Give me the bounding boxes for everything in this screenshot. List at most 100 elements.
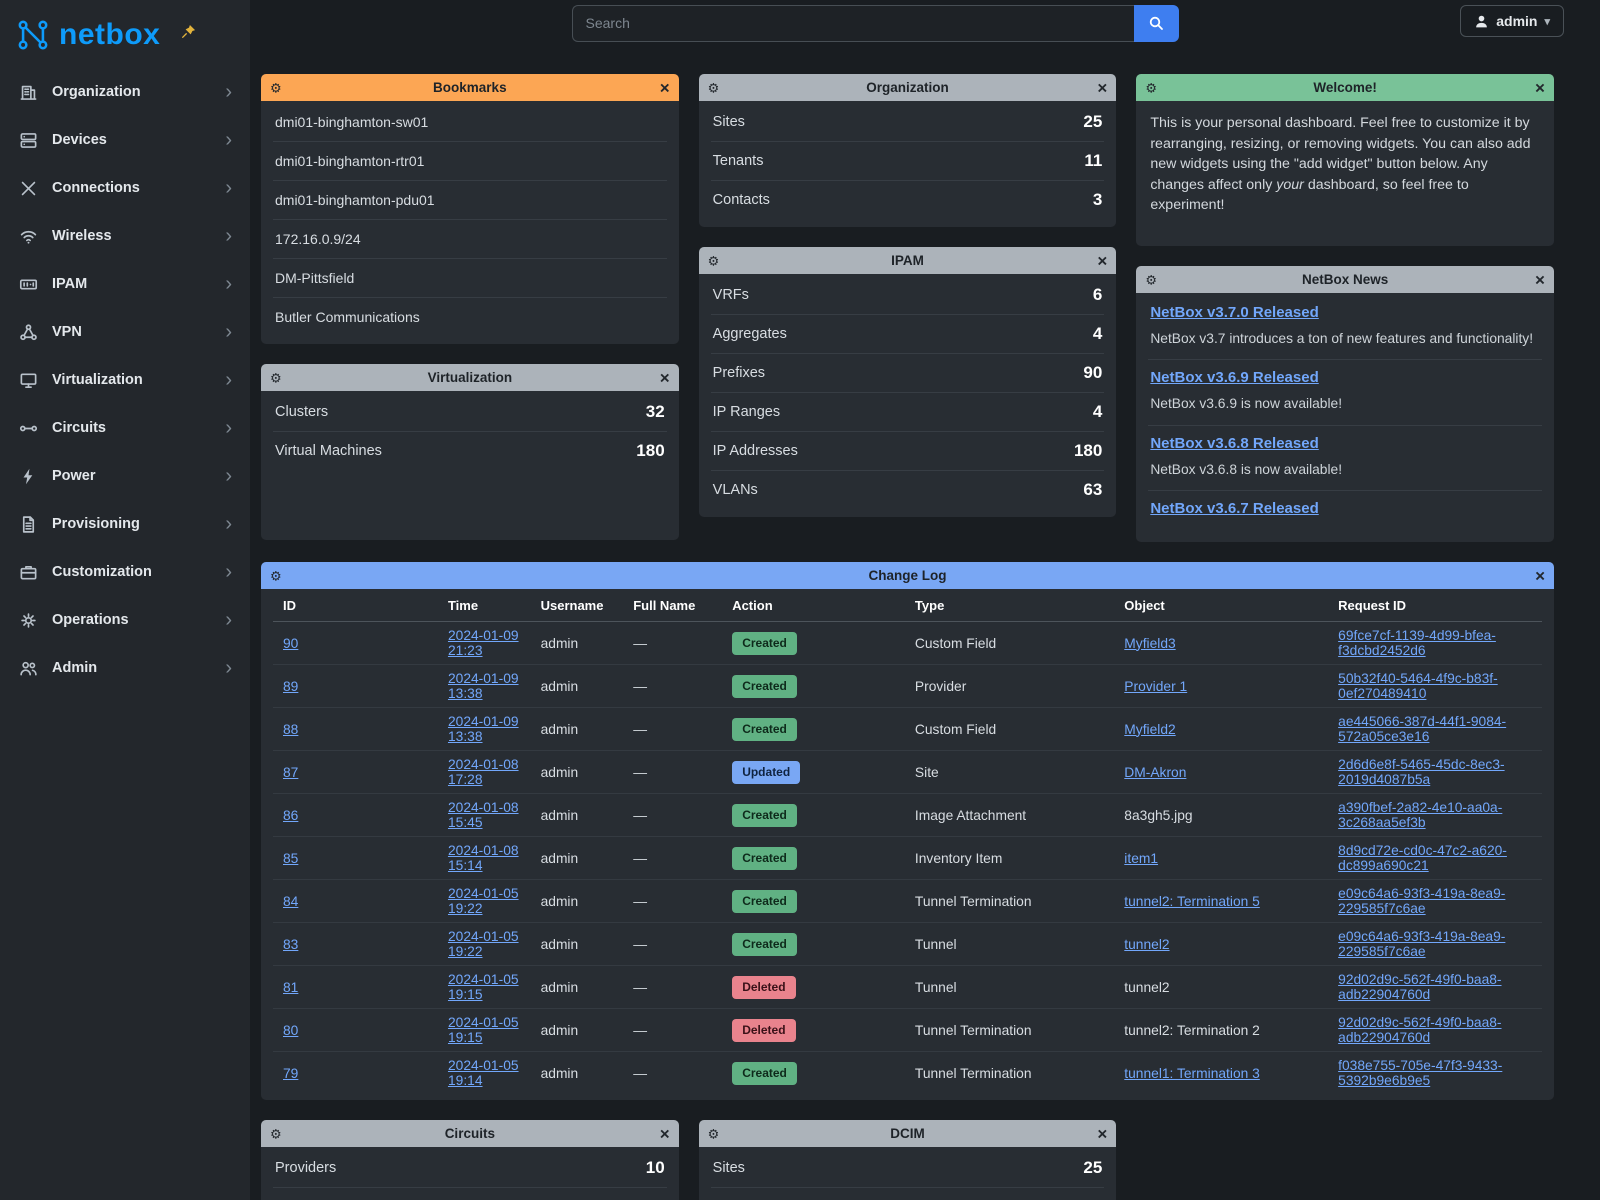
bookmark-item[interactable]: dmi01-binghamton-pdu01 (273, 181, 667, 220)
changelog-object[interactable]: DM-Akron (1124, 765, 1186, 780)
sidebar-item-wireless[interactable]: Wireless › (0, 212, 250, 260)
widget-config-button[interactable]: ⚙ (270, 81, 282, 94)
changelog-time-link[interactable]: 2024-01-09 21:23 (448, 628, 519, 658)
sidebar-item-vpn[interactable]: VPN › (0, 308, 250, 356)
pin-icon[interactable] (181, 24, 196, 39)
changelog-object[interactable]: Myfield2 (1124, 722, 1175, 737)
changelog-object[interactable]: Myfield3 (1124, 636, 1175, 651)
widget-close-button[interactable]: × (1097, 252, 1107, 269)
sidebar-item-circuits[interactable]: Circuits › (0, 404, 250, 452)
sidebar-item-operations[interactable]: Operations › (0, 596, 250, 644)
widget-close-button[interactable]: × (660, 79, 670, 96)
user-menu-button[interactable]: admin ▾ (1460, 5, 1564, 37)
widget-config-button[interactable]: ⚙ (270, 569, 282, 582)
bookmark-item[interactable]: DM-Pittsfield (273, 259, 667, 298)
stat-label[interactable]: VLANs (713, 482, 758, 498)
changelog-object[interactable]: tunnel2: Termination 5 (1124, 894, 1260, 909)
sidebar-item-devices[interactable]: Devices › (0, 116, 250, 164)
stat-label[interactable]: Virtual Machines (275, 443, 382, 459)
changelog-id-link[interactable]: 89 (283, 679, 298, 694)
sidebar-item-ipam[interactable]: IPAM › (0, 260, 250, 308)
widget-close-button[interactable]: × (1535, 271, 1545, 288)
changelog-time-link[interactable]: 2024-01-09 13:38 (448, 714, 519, 744)
widget-close-button[interactable]: × (1097, 1125, 1107, 1142)
changelog-request-id-link[interactable]: 50b32f40-5464-4f9c-b83f-0ef270489410 (1338, 671, 1498, 701)
sidebar-item-provisioning[interactable]: Provisioning › (0, 500, 250, 548)
widget-config-button[interactable]: ⚙ (1145, 81, 1157, 94)
stat-label[interactable]: Tenants (713, 153, 764, 169)
changelog-time-link[interactable]: 2024-01-08 15:45 (448, 800, 519, 830)
changelog-time-link[interactable]: 2024-01-05 19:15 (448, 972, 519, 1002)
changelog-object[interactable]: Provider 1 (1124, 679, 1187, 694)
changelog-id-link[interactable]: 85 (283, 851, 298, 866)
widget-config-button[interactable]: ⚙ (708, 81, 720, 94)
changelog-id-link[interactable]: 79 (283, 1066, 298, 1081)
changelog-object[interactable]: tunnel2 (1124, 937, 1169, 952)
changelog-time-link[interactable]: 2024-01-09 13:38 (448, 671, 519, 701)
news-headline-link[interactable]: NetBox v3.7.0 Released (1150, 304, 1318, 321)
changelog-time-link[interactable]: 2024-01-05 19:15 (448, 1015, 519, 1045)
stat-label[interactable]: IP Addresses (713, 443, 798, 459)
stat-label[interactable]: Aggregates (713, 326, 787, 342)
netbox-logo[interactable]: netbox (0, 0, 250, 68)
stat-label[interactable]: Contacts (713, 192, 770, 208)
widget-close-button[interactable]: × (1097, 79, 1107, 96)
stat-label[interactable]: Prefixes (713, 365, 765, 381)
search-input[interactable] (572, 5, 1134, 42)
news-headline-link[interactable]: NetBox v3.6.9 Released (1150, 369, 1318, 386)
stat-label[interactable]: IP Ranges (713, 404, 780, 420)
changelog-id-link[interactable]: 80 (283, 1023, 298, 1038)
sidebar-item-virtualization[interactable]: Virtualization › (0, 356, 250, 404)
changelog-time-link[interactable]: 2024-01-05 19:22 (448, 929, 519, 959)
changelog-request-id-link[interactable]: a390fbef-2a82-4e10-aa0a-3c268aa5ef3b (1338, 800, 1502, 830)
changelog-request-id-link[interactable]: e09c64a6-93f3-419a-8ea9-229585f7c6ae (1338, 929, 1505, 959)
changelog-id-link[interactable]: 83 (283, 937, 298, 952)
changelog-request-id-link[interactable]: 69fce7cf-1139-4d99-bfea-f3dcbd2452d6 (1338, 628, 1496, 658)
stat-label[interactable]: Sites (713, 114, 745, 130)
widget-config-button[interactable]: ⚙ (270, 371, 282, 384)
sidebar-item-organization[interactable]: Organization › (0, 68, 250, 116)
changelog-request-id-link[interactable]: 8d9cd72e-cd0c-47c2-a620-dc899a690c21 (1338, 843, 1507, 873)
changelog-id-link[interactable]: 88 (283, 722, 298, 737)
changelog-time-link[interactable]: 2024-01-08 15:14 (448, 843, 519, 873)
changelog-request-id-link[interactable]: ae445066-387d-44f1-9084-572a05ce3e16 (1338, 714, 1506, 744)
sidebar-item-connections[interactable]: Connections › (0, 164, 250, 212)
widget-config-button[interactable]: ⚙ (708, 254, 720, 267)
changelog-id-link[interactable]: 84 (283, 894, 298, 909)
widget-config-button[interactable]: ⚙ (1145, 273, 1157, 286)
widget-config-button[interactable]: ⚙ (708, 1127, 720, 1140)
changelog-id-link[interactable]: 86 (283, 808, 298, 823)
widget-close-button[interactable]: × (660, 369, 670, 386)
stat-label[interactable]: Clusters (275, 404, 328, 420)
stat-label[interactable]: VRFs (713, 287, 749, 303)
widget-config-button[interactable]: ⚙ (270, 1127, 282, 1140)
bookmark-item[interactable]: dmi01-binghamton-sw01 (273, 103, 667, 142)
changelog-time-link[interactable]: 2024-01-08 17:28 (448, 757, 519, 787)
widget-close-button[interactable]: × (1535, 567, 1545, 584)
widget-close-button[interactable]: × (1535, 79, 1545, 96)
changelog-id-link[interactable]: 90 (283, 636, 298, 651)
widget-close-button[interactable]: × (660, 1125, 670, 1142)
changelog-time-link[interactable]: 2024-01-05 19:14 (448, 1058, 519, 1088)
news-headline-link[interactable]: NetBox v3.6.8 Released (1150, 435, 1318, 452)
changelog-request-id-link[interactable]: 2d6d6e8f-5465-45dc-8ec3-2019d4087b5a (1338, 757, 1504, 787)
changelog-object[interactable]: item1 (1124, 851, 1158, 866)
search-button[interactable] (1134, 5, 1179, 42)
changelog-request-id-link[interactable]: 92d02d9c-562f-49f0-baa8-adb22904760d (1338, 1015, 1501, 1045)
changelog-request-id-link[interactable]: 92d02d9c-562f-49f0-baa8-adb22904760d (1338, 972, 1501, 1002)
sidebar-item-admin[interactable]: Admin › (0, 644, 250, 692)
bookmark-item[interactable]: dmi01-binghamton-rtr01 (273, 142, 667, 181)
changelog-time-link[interactable]: 2024-01-05 19:22 (448, 886, 519, 916)
bookmark-item[interactable]: 172.16.0.9/24 (273, 220, 667, 259)
bookmark-item[interactable]: Butler Communications (273, 298, 667, 336)
changelog-id-link[interactable]: 81 (283, 980, 298, 995)
news-headline-link[interactable]: NetBox v3.6.7 Released (1150, 500, 1318, 517)
changelog-request-id-link[interactable]: f038e755-705e-47f3-9433-5392b9e6b9e5 (1338, 1058, 1502, 1088)
sidebar-item-customization[interactable]: Customization › (0, 548, 250, 596)
changelog-object[interactable]: tunnel1: Termination 3 (1124, 1066, 1260, 1081)
stat-label[interactable]: Sites (713, 1160, 745, 1176)
sidebar-item-power[interactable]: Power › (0, 452, 250, 500)
stat-label[interactable]: Providers (275, 1160, 336, 1176)
changelog-id-link[interactable]: 87 (283, 765, 298, 780)
changelog-request-id-link[interactable]: e09c64a6-93f3-419a-8ea9-229585f7c6ae (1338, 886, 1505, 916)
